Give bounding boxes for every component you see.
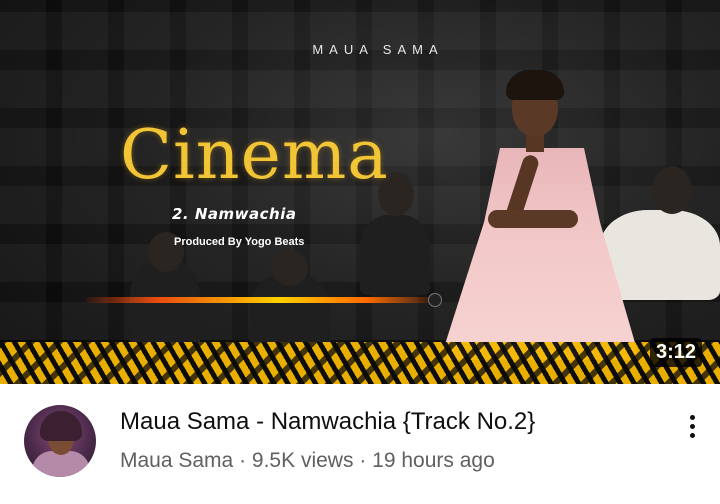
duration-badge: 3:12 xyxy=(649,338,702,367)
more-vert-icon xyxy=(689,414,695,420)
meta-separator: · xyxy=(359,449,367,472)
more-options-button[interactable] xyxy=(676,408,708,444)
audience-silhouette xyxy=(130,260,200,350)
video-thumbnail[interactable]: MAUA SAMA Cinema 2. Namwachia Produced B… xyxy=(0,0,720,384)
more-vert-icon-dot xyxy=(689,423,695,429)
video-title[interactable]: Maua Sama - Namwachia {Track No.2} xyxy=(120,408,660,436)
meta-separator: · xyxy=(239,449,247,472)
thumbnail-artist-name: MAUA SAMA xyxy=(312,42,444,57)
upload-age: 19 hours ago xyxy=(372,449,495,472)
audio-wave-bar xyxy=(86,297,436,303)
thumbnail-album-title: Cinema xyxy=(120,116,389,195)
pink-dress xyxy=(440,148,640,360)
more-vert-icon-dot xyxy=(689,432,695,438)
figure-crossed-arms xyxy=(488,210,578,228)
video-metadata: Maua Sama · 9.5K views · 19 hours ago xyxy=(120,449,495,473)
decorative-pattern-overlay xyxy=(0,342,720,384)
channel-avatar[interactable] xyxy=(24,405,96,477)
artist-figure xyxy=(440,70,640,360)
thumbnail-producer-credit: Produced By Yogo Beats xyxy=(174,236,305,248)
figure-hair xyxy=(506,70,564,100)
view-count: 9.5K views xyxy=(251,449,354,472)
audience-silhouette xyxy=(360,215,430,295)
video-card: MAUA SAMA Cinema 2. Namwachia Produced B… xyxy=(0,0,720,504)
avatar-hair xyxy=(40,411,82,441)
audience-head xyxy=(272,250,308,286)
channel-name[interactable]: Maua Sama xyxy=(120,449,233,472)
audience-head xyxy=(652,166,692,214)
thumbnail-track-name: 2. Namwachia xyxy=(172,205,297,223)
